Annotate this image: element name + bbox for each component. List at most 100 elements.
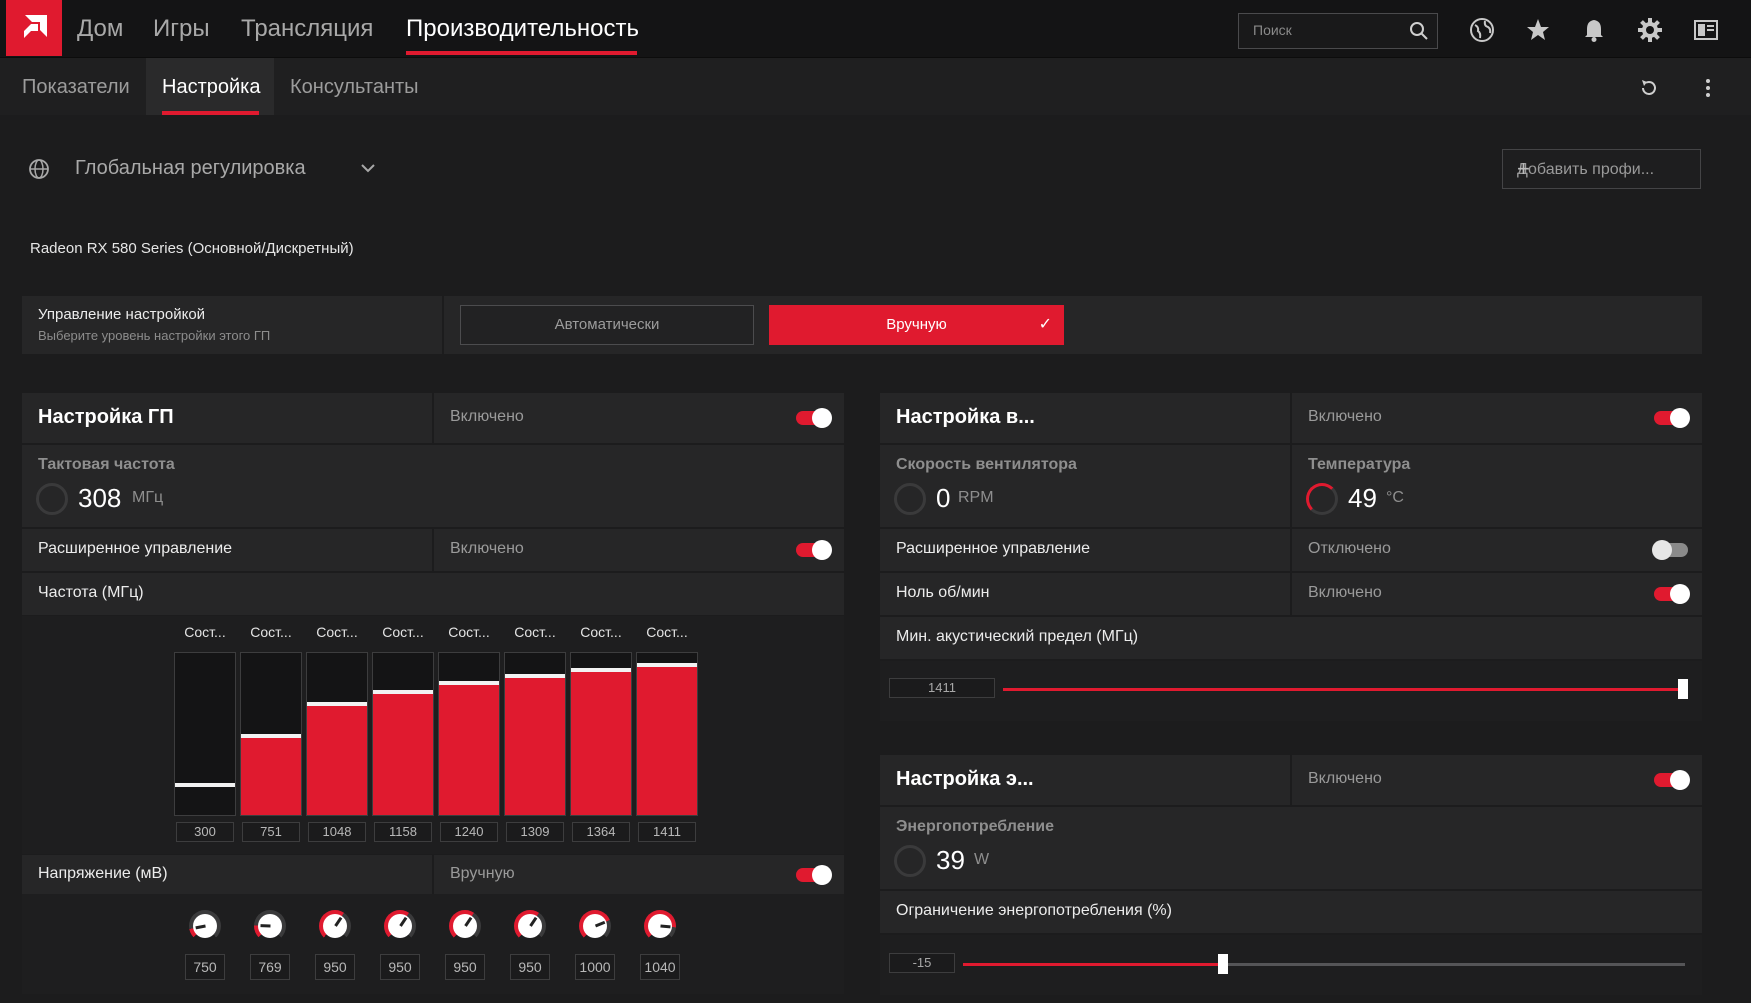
bell-icon[interactable] [1581, 17, 1607, 43]
search-box[interactable] [1238, 13, 1438, 49]
tab-advisors[interactable]: Консультанты [290, 76, 419, 99]
voltage-value[interactable]: 950 [380, 954, 420, 980]
power-limit-slider-area: -15 [880, 935, 1702, 995]
nav-home[interactable]: Дом [77, 15, 123, 43]
tab-tuning[interactable]: Настройка [162, 76, 260, 99]
frequency-bar-handle[interactable] [505, 674, 565, 678]
frequency-states-chart: Сост... 300 Сост... 751 Сост... 1048 Сост... 11… [22, 616, 844, 854]
voltage-knob[interactable] [384, 910, 416, 942]
search-icon[interactable] [1409, 21, 1429, 41]
frequency-bar[interactable] [504, 652, 566, 816]
acoustic-limit-header: Мин. акустический предел (МГц) [880, 617, 1702, 659]
manual-tuning-button[interactable]: Вручную ✓ [769, 305, 1064, 345]
frequency-bar[interactable] [306, 652, 368, 816]
frequency-value[interactable]: 300 [176, 822, 234, 842]
voltage-knob[interactable] [579, 910, 611, 942]
voltage-knob-indicator [594, 920, 605, 928]
voltage-knob[interactable] [254, 910, 286, 942]
voltage-value[interactable]: 950 [510, 954, 550, 980]
nav-streaming[interactable]: Трансляция [241, 15, 373, 43]
voltage-value[interactable]: 769 [250, 954, 290, 980]
star-icon[interactable] [1525, 17, 1551, 43]
fan-tuning-toggle[interactable] [1654, 408, 1690, 428]
voltage-knob[interactable] [319, 910, 351, 942]
frequency-bar-handle[interactable] [241, 734, 301, 738]
frequency-bar[interactable] [174, 652, 236, 816]
voltage-value[interactable]: 750 [185, 954, 225, 980]
frequency-bar[interactable] [372, 652, 434, 816]
fan-advanced-status: Отключено [1308, 540, 1391, 557]
voltage-knob-face [583, 914, 607, 938]
state-label: Сост... [382, 624, 424, 640]
power-limit-thumb[interactable] [1218, 954, 1228, 974]
frequency-bar-handle[interactable] [439, 681, 499, 685]
layout-icon[interactable] [1693, 17, 1719, 43]
power-limit-fill [963, 963, 1223, 966]
voltage-value[interactable]: 950 [315, 954, 355, 980]
voltage-value[interactable]: 950 [445, 954, 485, 980]
fan-advanced-toggle[interactable] [1652, 540, 1688, 560]
tab-metrics[interactable]: Показатели [22, 76, 130, 99]
profile-selector[interactable]: Глобальная регулировка [75, 157, 306, 180]
voltage-knob[interactable] [514, 910, 546, 942]
divider [442, 296, 444, 354]
frequency-bar-handle[interactable] [307, 702, 367, 706]
gpu-advanced-label: Расширенное управление [38, 540, 233, 557]
nav-performance[interactable]: Производительность [406, 15, 639, 43]
power-limit-header: Ограничение энергопотребления (%) [880, 891, 1702, 933]
frequency-bar[interactable] [570, 652, 632, 816]
frequency-bar-handle[interactable] [373, 690, 433, 694]
gpu-tuning-toggle[interactable] [796, 408, 832, 428]
frequency-value[interactable]: 1048 [308, 822, 366, 842]
voltage-knob[interactable] [644, 910, 676, 942]
more-options-icon[interactable] [1698, 78, 1718, 98]
frequency-bar-fill [439, 681, 499, 815]
power-tuning-title: Настройка э... [896, 768, 1034, 790]
voltage-value[interactable]: 1000 [575, 954, 615, 980]
state-label: Сост... [514, 624, 556, 640]
voltage-toggle[interactable] [796, 865, 832, 885]
fan-metrics-row: Скорость вентилятора 0 RPM Температура 4… [880, 445, 1702, 527]
tab-active-indicator [162, 111, 259, 115]
tuning-control-row: Управление настройкой Выберите уровень н… [22, 296, 1702, 354]
plus-icon: + [1517, 156, 1530, 181]
fan-advanced-control-row: Расширенное управление Отключено [880, 529, 1702, 571]
power-limit-value[interactable]: -15 [889, 953, 955, 973]
frequency-value[interactable]: 751 [242, 822, 300, 842]
frequency-value[interactable]: 1240 [440, 822, 498, 842]
frequency-bar-handle[interactable] [571, 668, 631, 672]
frequency-bar-handle[interactable] [175, 783, 235, 787]
frequency-value[interactable]: 1411 [638, 822, 696, 842]
power-limit-slider[interactable] [963, 954, 1685, 974]
gear-icon[interactable] [1637, 17, 1663, 43]
web-icon[interactable] [1469, 17, 1495, 43]
zero-rpm-toggle[interactable] [1654, 584, 1690, 604]
frequency-value[interactable]: 1364 [572, 822, 630, 842]
search-input[interactable] [1253, 22, 1403, 38]
frequency-bar[interactable] [240, 652, 302, 816]
chevron-down-icon[interactable] [360, 162, 376, 174]
acoustic-limit-slider[interactable] [1003, 679, 1688, 699]
auto-tuning-button[interactable]: Автоматически [460, 305, 754, 345]
frequency-bar[interactable] [438, 652, 500, 816]
voltage-value[interactable]: 1040 [640, 954, 680, 980]
frequency-bar[interactable] [636, 652, 698, 816]
voltage-knob[interactable] [189, 910, 221, 942]
amd-logo-icon[interactable] [6, 0, 62, 56]
gpu-advanced-toggle[interactable] [796, 540, 832, 560]
frequency-bar-handle[interactable] [637, 663, 697, 667]
acoustic-limit-value[interactable]: 1411 [889, 678, 995, 698]
acoustic-limit-thumb[interactable] [1678, 679, 1688, 699]
nav-games[interactable]: Игры [153, 15, 210, 43]
reset-icon[interactable] [1639, 78, 1659, 98]
gpu-tuning-header: Настройка ГП Включено [22, 393, 844, 443]
voltage-knob[interactable] [449, 910, 481, 942]
frequency-value[interactable]: 1309 [506, 822, 564, 842]
power-tuning-toggle[interactable] [1654, 770, 1690, 790]
frequency-value[interactable]: 1158 [374, 822, 432, 842]
add-profile-button[interactable]: Добавить профи... + [1502, 149, 1701, 189]
fan-speed-label: Скорость вентилятора [896, 456, 1077, 473]
frequency-bar-fill [571, 668, 631, 815]
voltage-header: Напряжение (мВ) Вручную [22, 855, 844, 895]
fan-speed-value: 0 [936, 483, 951, 513]
